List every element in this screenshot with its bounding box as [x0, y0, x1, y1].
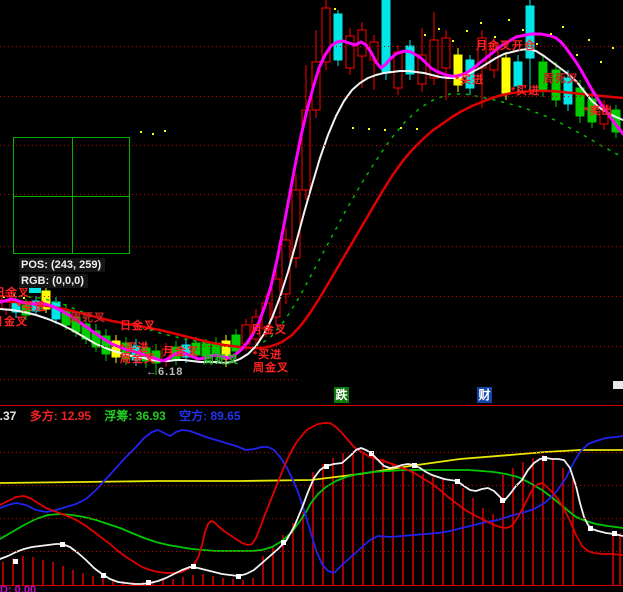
yellow-dot	[466, 30, 468, 32]
white-square-marker	[542, 456, 547, 461]
yellow-dot	[334, 8, 336, 10]
panel-divider-line	[0, 405, 623, 406]
signal-annotation: 周死叉	[543, 73, 579, 85]
white-square-marker	[612, 531, 617, 536]
signal-annotation: *买进	[511, 85, 540, 97]
dotted-gridline	[0, 518, 623, 519]
rgb-value: (0,0,0)	[52, 275, 84, 287]
yellow-dot	[562, 26, 564, 28]
divider-corner-box[interactable]	[613, 381, 623, 389]
signal-annotation: 月金叉开仓	[476, 40, 536, 52]
pos-label: POS:	[21, 259, 48, 271]
signal-annotation: *买进	[253, 349, 282, 361]
candle-body	[514, 62, 522, 86]
signal-annotation: 周金叉	[120, 353, 156, 365]
rgb-label: RGB:	[21, 275, 49, 287]
picker-rgb-readout: RGB: (0,0,0)	[19, 274, 88, 288]
white-square-marker	[101, 573, 106, 578]
signal-annotation: 周金叉	[253, 362, 289, 374]
candle-body	[442, 38, 450, 68]
yellow-dot	[588, 39, 590, 41]
indicator-long-value: 多方: 12.95	[30, 409, 95, 423]
yellow-dot	[536, 43, 538, 45]
yellow-dot	[164, 130, 166, 132]
trading-app-screen: 日金叉*买进月金叉周死叉日金叉*买进周金叉月金叉←6.18周死叉月金叉*买进周金…	[0, 0, 623, 592]
yellow-dot	[384, 129, 386, 131]
yellow-dot	[438, 28, 440, 30]
signal-annotation: *卖出	[584, 105, 613, 117]
divider-tag-fall[interactable]: 跌	[334, 387, 349, 403]
white-line	[0, 448, 623, 584]
yellow-dot	[600, 61, 602, 63]
pos-value: (243, 259)	[51, 259, 101, 271]
signal-annotation: 日金叉	[120, 320, 156, 332]
yellow-dot	[368, 128, 370, 130]
candle-body	[346, 36, 354, 68]
white-square-marker	[13, 559, 18, 564]
signal-annotation: *买进	[17, 301, 46, 313]
candle-body	[334, 14, 342, 60]
white-square-marker	[455, 479, 460, 484]
white-square-marker	[60, 542, 65, 547]
candle-body	[502, 58, 510, 93]
yellow-dot	[152, 133, 154, 135]
signal-annotation: *买进	[455, 74, 484, 86]
yellow-dot	[612, 47, 614, 49]
dotted-gridline	[0, 551, 623, 552]
yellow-dot	[480, 22, 482, 24]
yellow-dot	[494, 36, 496, 38]
yellow-dot	[550, 33, 552, 35]
divider-tag-finance[interactable]: 财	[477, 387, 492, 403]
white-square-marker	[500, 498, 505, 503]
dotted-gridline	[0, 452, 623, 453]
yellow-dot	[45, 291, 47, 293]
indicator-header: 2.37 多方: 12.95 浮筹: 36.93 空方: 89.65	[0, 407, 623, 424]
yellow-dot	[400, 127, 402, 129]
bottom-left-clipped-label: D: 0.00	[0, 584, 36, 592]
yellow-dot	[452, 40, 454, 42]
white-square-marker	[191, 564, 196, 569]
yellow-dot	[140, 131, 142, 133]
signal-annotation: 月金叉	[163, 346, 199, 358]
yellow-dot	[352, 127, 354, 129]
dotted-gridline	[0, 296, 623, 297]
yellow-dot	[424, 34, 426, 36]
color-picker-zoom-box	[13, 137, 130, 254]
yellow-dot	[416, 128, 418, 130]
red-dot-row	[0, 379, 300, 380]
white-square-marker	[588, 526, 593, 531]
signal-annotation: 日金叉	[0, 287, 30, 299]
dotted-gridline	[0, 485, 623, 486]
indicator-short-value: 空方: 89.65	[179, 409, 240, 423]
signal-annotation: 月金叉	[251, 324, 287, 336]
histogram-baseline	[0, 585, 623, 586]
signal-annotation: 周死叉	[70, 312, 106, 324]
picker-pos-readout: POS: (243, 259)	[19, 258, 105, 272]
candle-body	[292, 190, 300, 258]
picker-crosshair-horizontal	[14, 196, 129, 197]
white-square-marker	[324, 464, 329, 469]
white-square-marker	[412, 463, 417, 468]
signal-annotation: 周死叉	[203, 354, 239, 366]
yellow-line	[0, 450, 623, 483]
yellow-dot	[522, 29, 524, 31]
dotted-gridline	[0, 346, 623, 347]
signal-annotation: 月金叉	[0, 316, 28, 328]
candle-body	[576, 88, 584, 116]
yellow-dot	[508, 19, 510, 21]
white-square-marker	[236, 574, 241, 579]
yellow-dot	[576, 54, 578, 56]
white-square-marker	[281, 540, 286, 545]
indicator-prefix-value: 2.37	[0, 409, 16, 423]
indicator-float-value: 浮筹: 36.93	[104, 409, 169, 423]
signal-annotation: ←6.18	[146, 366, 183, 378]
